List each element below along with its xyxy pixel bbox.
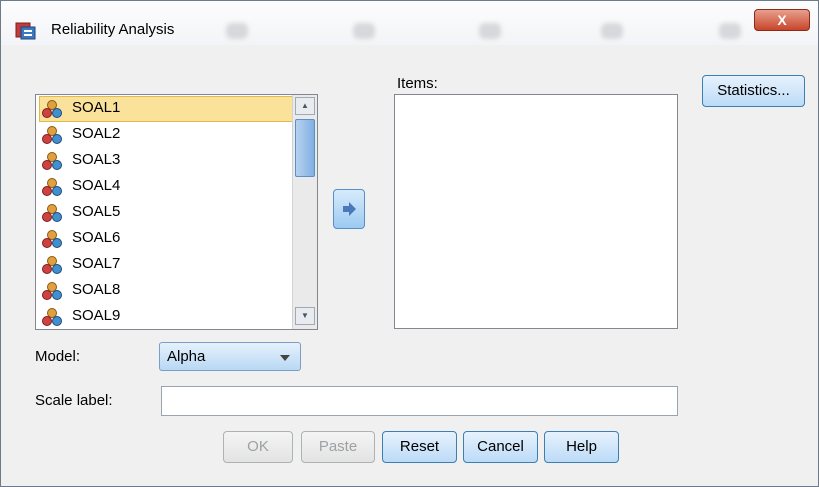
variable-name: SOAL3 [72,151,121,168]
scale-variable-icon [42,152,62,170]
variable-item[interactable]: SOAL3 [40,149,292,173]
scale-variable-icon [42,230,62,248]
paste-button[interactable]: Paste [301,431,375,463]
scale-variable-icon [42,178,62,196]
move-to-items-button[interactable] [333,189,365,229]
paste-button-label: Paste [318,438,358,455]
variable-list[interactable]: SOAL1 SOAL2 SOAL3 SOAL4 SOAL5 SOAL6 SOAL7 SOAL8… [35,94,318,330]
variable-name: SOAL7 [72,255,121,272]
model-label: Model: [35,348,81,365]
window-title: Reliability Analysis [51,21,175,38]
dropdown-arrow-icon [280,355,290,361]
variable-item[interactable]: SOAL5 [40,201,292,225]
scale-label-input[interactable] [161,386,678,416]
scale-label-label: Scale label: [35,392,113,409]
background-blur [719,23,741,39]
ok-button[interactable]: OK [223,431,293,463]
cancel-button-label: Cancel [477,438,524,455]
scale-variable-icon [42,256,62,274]
reset-button-label: Reset [399,438,440,455]
scale-variable-icon [42,100,62,118]
variable-name: SOAL9 [72,307,121,324]
close-icon: X [777,12,787,28]
reliability-analysis-dialog: Reliability Analysis X SOAL1 SOAL2 SOAL3 SO… [0,0,819,487]
variable-item[interactable]: SOAL2 [40,123,292,147]
model-value: Alpha [167,348,206,365]
scroll-up-button[interactable]: ▲ [295,97,315,115]
variable-item[interactable]: SOAL7 [40,253,292,277]
scale-variable-icon [42,204,62,222]
variable-name: SOAL4 [72,177,121,194]
background-blur [353,23,375,39]
background-blur [226,23,248,39]
ok-button-label: OK [247,438,269,455]
chevron-up-icon: ▲ [301,101,309,110]
scale-variable-icon [42,126,62,144]
app-icon [15,22,36,40]
variable-name: SOAL6 [72,229,121,246]
background-blur [479,23,501,39]
scale-variable-icon [42,282,62,300]
statistics-button[interactable]: Statistics... [702,75,805,107]
title-bar[interactable]: Reliability Analysis X [1,1,818,45]
arrow-right-icon [343,202,356,216]
variable-item[interactable]: SOAL1 [39,96,293,122]
scroll-thumb[interactable] [295,119,315,177]
items-list[interactable] [394,94,678,329]
help-button[interactable]: Help [544,431,619,463]
variable-item[interactable]: SOAL4 [40,175,292,199]
background-blur [601,23,623,39]
variable-item[interactable]: SOAL8 [40,279,292,303]
scale-variable-icon [42,308,62,326]
items-label: Items: [397,75,438,92]
variable-name: SOAL1 [72,99,121,116]
reset-button[interactable]: Reset [382,431,457,463]
statistics-button-label: Statistics... [717,82,790,99]
variable-name: SOAL2 [72,125,121,142]
chevron-down-icon: ▼ [301,311,309,320]
variable-item[interactable]: SOAL6 [40,227,292,251]
scrollbar[interactable]: ▲ ▼ [292,95,317,329]
scroll-down-button[interactable]: ▼ [295,307,315,325]
cancel-button[interactable]: Cancel [463,431,538,463]
variable-name: SOAL5 [72,203,121,220]
close-button[interactable]: X [754,9,810,31]
model-select[interactable]: Alpha [159,342,301,371]
variable-item[interactable]: SOAL9 [40,305,292,329]
help-button-label: Help [566,438,597,455]
variable-name: SOAL8 [72,281,121,298]
